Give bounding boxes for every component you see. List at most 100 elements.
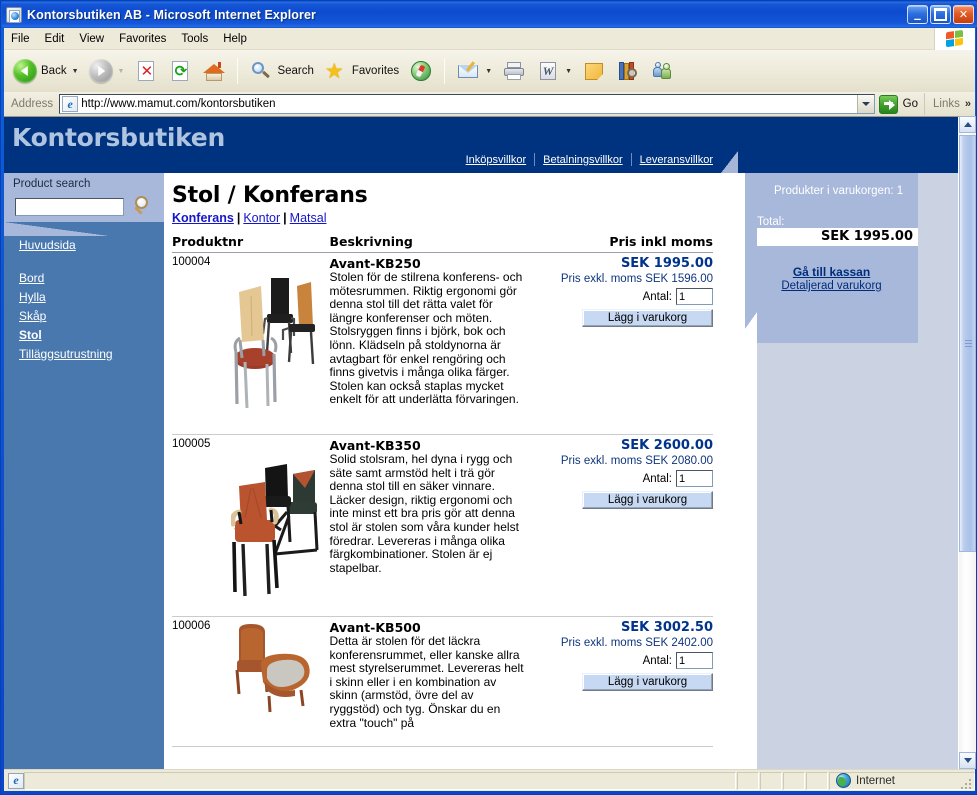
column-header-produktnr: Produktnr <box>172 234 330 253</box>
window-title: Kontorsbutiken AB - Microsoft Internet E… <box>27 7 316 22</box>
subnav-kontor[interactable]: Kontor <box>243 211 280 225</box>
sidebar-item-stol[interactable]: Stol <box>4 326 164 345</box>
go-label: Go <box>902 98 919 110</box>
page-title: Stol / Konferans <box>172 183 368 208</box>
scroll-up-button[interactable] <box>959 116 976 133</box>
price-excl-vat: Pris exkl. moms SEK 2080.00 <box>560 455 713 467</box>
page-viewport: Varukorg Produkter i varukorgen: 1 Total… <box>4 116 975 769</box>
add-to-cart-button[interactable]: Lägg i varukorg <box>582 491 713 509</box>
cart-column: Varukorg Produkter i varukorgen: 1 Total… <box>745 117 958 769</box>
status-bar: Internet <box>4 769 975 791</box>
chair-illustration <box>235 624 310 713</box>
sidebar-item-skap[interactable]: Skåp <box>4 307 164 326</box>
edit-word-button[interactable]: W ▼ <box>531 52 577 90</box>
messenger-people-icon <box>650 59 674 83</box>
column-header-beskrivning: Beskrivning <box>329 234 524 253</box>
sidebar: Product search Huvudsida Bord Hylla Skåp… <box>4 173 164 769</box>
cart-total-label: Total: <box>757 216 785 228</box>
vertical-scrollbar[interactable] <box>959 116 976 769</box>
product-image-cell <box>231 252 330 435</box>
add-to-cart-button[interactable]: Lägg i varukorg <box>582 309 713 327</box>
product-description-cell: Avant-KB250 Stolen för de stilrena konfe… <box>329 252 524 435</box>
search-button[interactable]: Search <box>244 52 318 90</box>
menu-item-favorites[interactable]: Favorites <box>112 31 173 47</box>
cart-links: Gå till kassan Detaljerad varukorg <box>745 265 918 292</box>
quantity-input[interactable] <box>676 652 713 669</box>
chevron-down-icon-mail[interactable]: ▼ <box>485 68 492 75</box>
table-row: 100005 Avant-KB350 Solid stolsram, hel d… <box>172 434 713 617</box>
quantity-label: Antal: <box>642 290 672 303</box>
go-button[interactable]: Go <box>875 93 924 115</box>
chevron-down-icon[interactable]: ▼ <box>72 68 79 75</box>
price-excl-vat: Pris exkl. moms SEK 2402.00 <box>560 637 713 649</box>
globe-icon <box>836 773 851 788</box>
forward-button[interactable]: ▼ <box>84 52 130 90</box>
topnav-leveransvillkor[interactable]: Leveransvillkor <box>632 154 721 166</box>
compass-icon <box>409 59 433 83</box>
go-arrow-icon <box>878 94 898 114</box>
chevron-right-icon[interactable]: » <box>965 98 971 110</box>
maximize-button[interactable] <box>930 5 951 24</box>
refresh-button[interactable]: ⟳ <box>163 52 197 90</box>
mail-button[interactable]: ▼ <box>451 52 497 90</box>
messenger-button[interactable] <box>645 52 679 90</box>
product-search-label: Product search <box>13 178 91 190</box>
scroll-down-button[interactable] <box>959 752 976 769</box>
topnav-inkopsvillkor[interactable]: Inköpsvillkor <box>458 154 535 166</box>
minimize-button[interactable]: _ <box>907 5 928 24</box>
links-toolbar[interactable]: Links » <box>924 93 975 115</box>
sidebar-item-tillaggsutrustning[interactable]: Tilläggsutrustning <box>4 345 164 364</box>
sidebar-item-huvudsida[interactable]: Huvudsida <box>4 236 164 255</box>
product-description: Detta är stolen för det läckra konferens… <box>329 634 524 730</box>
menu-item-help[interactable]: Help <box>216 31 254 47</box>
close-button[interactable]: ✕ <box>953 5 974 24</box>
sidebar-item-bord[interactable]: Bord <box>4 269 164 288</box>
cart-details-link[interactable]: Detaljerad varukorg <box>745 280 918 292</box>
sidebar-item-hylla[interactable]: Hylla <box>4 288 164 307</box>
quantity-input[interactable] <box>676 288 713 305</box>
forward-arrow-icon <box>88 59 113 83</box>
home-button[interactable] <box>197 52 231 90</box>
chair-illustration <box>233 278 316 409</box>
checkout-link[interactable]: Gå till kassan <box>745 265 918 279</box>
subnav-matsal[interactable]: Matsal <box>290 211 327 225</box>
status-slot-2 <box>760 771 782 790</box>
product-search-panel: Product search <box>4 173 164 222</box>
product-name: Avant-KB350 <box>329 438 421 453</box>
price-excl-vat: Pris exkl. moms SEK 1596.00 <box>560 273 713 285</box>
search-input[interactable] <box>15 198 124 216</box>
back-button[interactable]: Back ▼ <box>8 52 84 90</box>
menu-item-edit[interactable]: Edit <box>38 31 72 47</box>
refresh-icon: ⟳ <box>168 59 192 83</box>
address-input[interactable]: http://www.mamut.com/kontorsbutiken <box>59 94 875 114</box>
menu-item-file[interactable]: File <box>4 31 37 47</box>
product-price-cell: SEK 2600.00 Pris exkl. moms SEK 2080.00 … <box>523 434 713 617</box>
security-zone[interactable]: Internet <box>829 771 975 790</box>
add-to-cart-button[interactable]: Lägg i varukorg <box>582 673 713 691</box>
chevron-down-icon-word[interactable]: ▼ <box>565 68 572 75</box>
links-label: Links <box>933 98 960 110</box>
favorites-label: Favorites <box>351 65 400 77</box>
scrollbar-thumb[interactable] <box>959 135 976 552</box>
menu-item-view[interactable]: View <box>72 31 111 47</box>
media-button[interactable] <box>404 52 438 90</box>
favorites-button[interactable]: ★ Favorites <box>319 52 404 90</box>
product-number: 100005 <box>172 434 232 617</box>
quantity-input[interactable] <box>676 470 713 487</box>
topnav-betalningsvillkor[interactable]: Betalningsvillkor <box>535 154 630 166</box>
research-button[interactable] <box>611 52 645 90</box>
status-message <box>24 771 736 790</box>
menu-item-tools[interactable]: Tools <box>174 31 215 47</box>
address-label: Address <box>11 98 54 110</box>
search-magnifier-icon[interactable] <box>132 196 154 218</box>
resize-grip[interactable] <box>961 777 973 789</box>
address-dropdown-icon[interactable] <box>856 95 874 113</box>
stop-button[interactable]: ✕ <box>129 52 163 90</box>
subnav-konferans[interactable]: Konferans <box>172 211 234 225</box>
quantity-label: Antal: <box>642 654 672 667</box>
toolbar-divider-2 <box>444 58 446 84</box>
notes-button[interactable] <box>577 52 611 90</box>
status-slot-1 <box>737 771 759 790</box>
print-button[interactable] <box>497 52 531 90</box>
status-page-icon <box>8 773 24 789</box>
